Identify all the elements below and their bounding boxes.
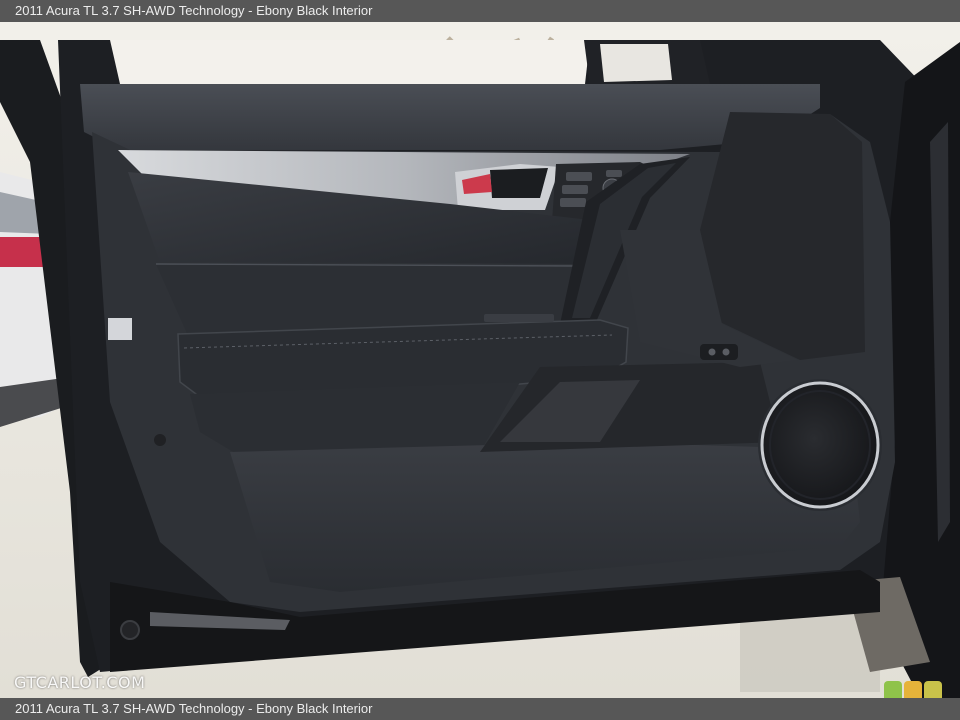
memory-button-2 <box>722 348 730 356</box>
caption-text-bottom: 2011 Acura TL 3.7 SH-AWD Technology - Eb… <box>15 701 373 716</box>
caption-text-top: 2011 Acura TL 3.7 SH-AWD Technology - Eb… <box>15 3 373 18</box>
site-badge-icon <box>884 681 942 698</box>
image-viewer: 2011 Acura TL 3.7 SH-AWD Technology - Eb… <box>0 0 960 720</box>
window-switch-3 <box>560 198 586 207</box>
door-latch-plate <box>108 318 132 340</box>
window-switch-2 <box>562 185 588 194</box>
trim-clip <box>154 434 166 446</box>
door-illustration <box>0 22 960 698</box>
memory-button-1 <box>708 348 716 356</box>
upper-door-trim <box>80 84 820 150</box>
door-bolt <box>120 620 140 640</box>
watermark-text: GTCARLOT.COM <box>14 673 146 692</box>
car-door-photo: GTCARLOT.COM <box>0 22 960 698</box>
door-handle-recess <box>490 168 548 198</box>
badge-segment-green <box>884 681 902 698</box>
window-opening <box>110 40 590 84</box>
side-panel-right <box>700 112 865 360</box>
armrest-switch-strip <box>484 314 554 322</box>
badge-segment-orange <box>904 681 922 698</box>
badge-segment-yellow <box>924 681 942 698</box>
window-switch-1 <box>566 172 592 181</box>
caption-bar-bottom: 2011 Acura TL 3.7 SH-AWD Technology - Eb… <box>0 698 960 720</box>
speaker-grille <box>760 381 880 509</box>
memory-button-panel <box>700 344 738 360</box>
caption-bar-top: 2011 Acura TL 3.7 SH-AWD Technology - Eb… <box>0 0 960 22</box>
mirror-glass-reflection <box>600 44 672 82</box>
lock-switch <box>606 170 622 177</box>
